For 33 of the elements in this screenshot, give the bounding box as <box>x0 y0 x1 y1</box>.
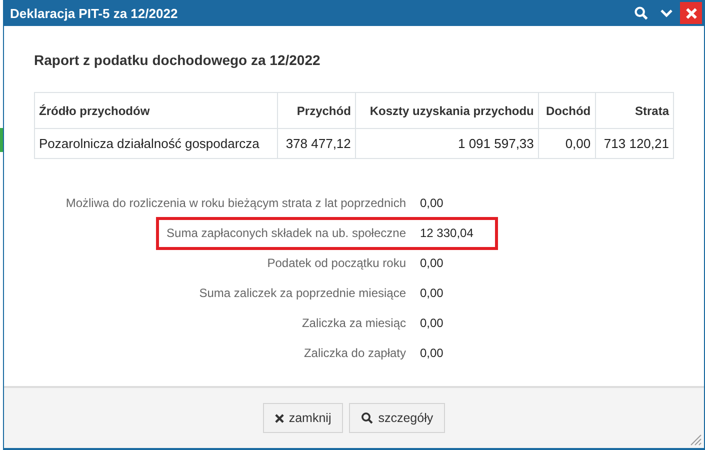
column-header: Dochód <box>538 92 596 128</box>
summary-value: 0,00 <box>419 315 444 332</box>
window-title: Deklaracja PIT-5 za 12/2022 <box>10 6 179 20</box>
summary-label: Podatek od początku roku <box>266 255 406 272</box>
summary-label: Suma zapłaconych składek na ub. społeczne <box>166 225 406 242</box>
summary-value: 12 330,04 <box>419 225 474 242</box>
table-cell: 713 120,21 <box>595 128 674 158</box>
summary-label: Zaliczka za miesiąc <box>300 315 406 332</box>
chevron-down-icon <box>660 8 672 18</box>
column-header: Strata <box>595 92 674 128</box>
summary-label: Zaliczka do zapłaty <box>302 345 406 362</box>
summary-label: Możliwa do rozliczenia w roku bieżącym strata z lat poprzednich <box>64 195 406 212</box>
summary-value: 0,00 <box>419 195 444 212</box>
close-button[interactable]: zamknij <box>262 403 344 433</box>
summary-value: 0,00 <box>419 285 444 302</box>
table-cell: Pozarolnicza działalność gospodarcza <box>34 128 278 158</box>
table-cell: 0,00 <box>538 128 596 158</box>
summary-label: Suma zaliczek za poprzednie miesiące <box>198 285 406 302</box>
search-icon <box>361 412 374 424</box>
search-icon <box>634 6 648 20</box>
close-icon <box>686 8 696 18</box>
close-button[interactable] <box>680 2 702 24</box>
column-header: Koszty uzyskania przychodu <box>355 92 538 128</box>
column-header: Przychód <box>277 92 356 128</box>
column-header: Źródło przychodów <box>34 92 278 128</box>
table-cell: 1 091 597,33 <box>355 128 538 158</box>
summary-value: 0,00 <box>419 345 444 362</box>
close-icon <box>274 414 284 422</box>
details-button[interactable]: szczegóły <box>349 403 446 433</box>
table-cell: 378 477,12 <box>277 128 356 158</box>
summary-value: 0,00 <box>419 255 444 272</box>
report-heading: Raport z podatku dochodowego za 12/2022 <box>34 52 322 68</box>
resize-grip-icon <box>690 434 702 446</box>
